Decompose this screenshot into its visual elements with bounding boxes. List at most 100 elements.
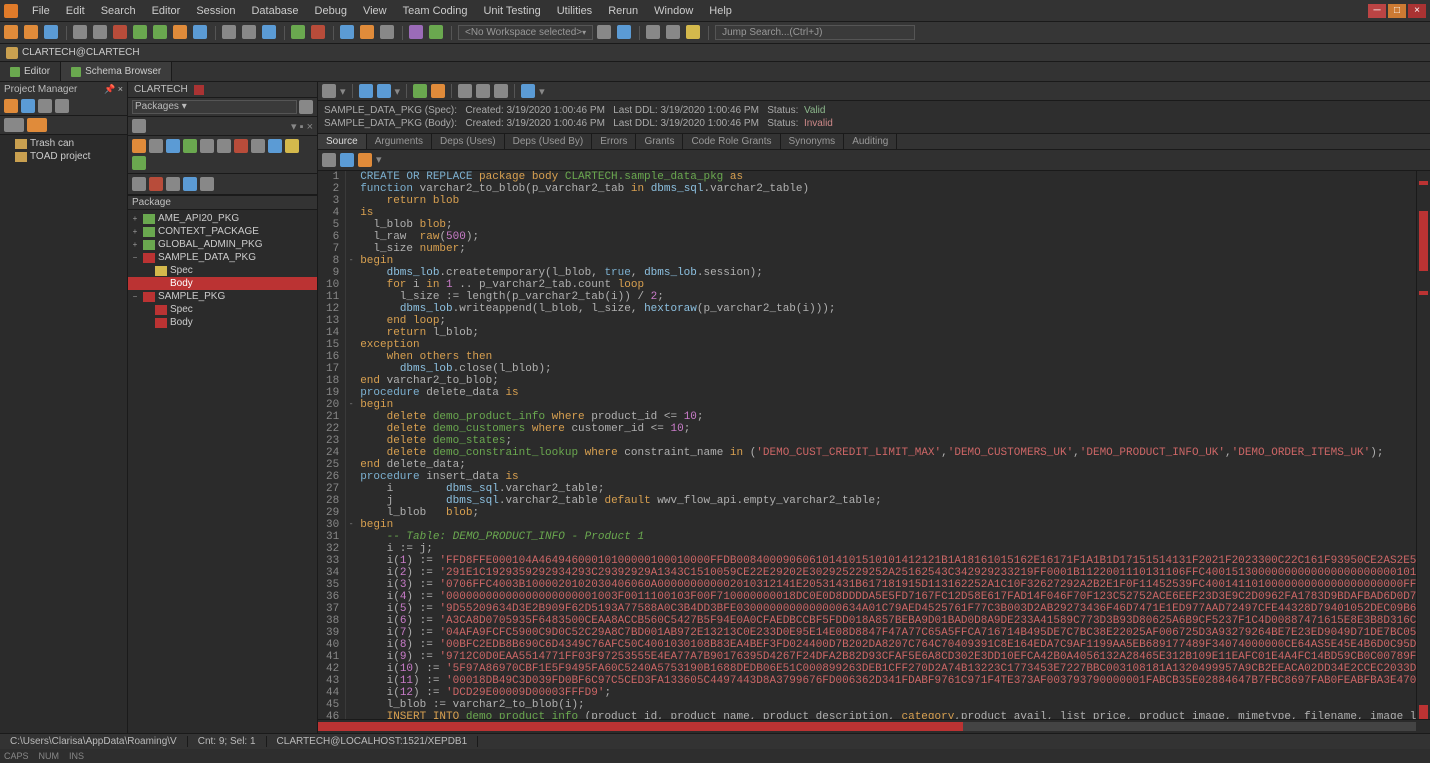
save-icon[interactable] — [44, 25, 58, 39]
toolbar-icon[interactable] — [340, 153, 354, 167]
toolbar-icon[interactable] — [132, 177, 146, 191]
menu-database[interactable]: Database — [243, 3, 306, 19]
toolbar-icon[interactable] — [173, 25, 187, 39]
toolbar-icon[interactable] — [149, 177, 163, 191]
vertical-scrollbar[interactable] — [1416, 171, 1430, 719]
tree-node[interactable]: TOAD project — [0, 150, 127, 163]
toolbar-icon[interactable] — [153, 25, 167, 39]
workspace-combo[interactable]: <No Workspace selected> ▾ — [458, 25, 593, 40]
close-button[interactable]: × — [1408, 4, 1426, 18]
folder-icon[interactable] — [4, 99, 18, 113]
code-content[interactable]: CREATE OR REPLACE package body CLARTECH.… — [356, 171, 1416, 719]
code-editor[interactable]: 1234567891011121314151617181920212223242… — [318, 171, 1430, 719]
toolbar-icon[interactable] — [93, 25, 107, 39]
menu-team-coding[interactable]: Team Coding — [395, 3, 476, 19]
menu-utilities[interactable]: Utilities — [549, 3, 600, 19]
toolbar-icon[interactable] — [322, 84, 336, 98]
toolbar-icon[interactable] — [521, 84, 535, 98]
maximize-button[interactable]: □ — [1388, 4, 1406, 18]
package-child-node[interactable]: Spec — [128, 264, 317, 277]
toolbar-icon[interactable] — [431, 84, 445, 98]
sort-icon[interactable] — [494, 84, 508, 98]
toolbar-icon[interactable] — [242, 25, 256, 39]
toolbar-icon[interactable] — [413, 84, 427, 98]
toolbar-icon[interactable] — [166, 177, 180, 191]
execute-icon[interactable] — [133, 25, 147, 39]
toolbar-icon[interactable] — [217, 139, 231, 153]
toolbar-icon[interactable] — [4, 118, 24, 132]
editor-tab-auditing[interactable]: Auditing — [844, 134, 897, 149]
toolbar-icon[interactable] — [183, 139, 197, 153]
toolbar-icon[interactable] — [251, 139, 265, 153]
toolbar-icon[interactable] — [38, 99, 52, 113]
package-child-node[interactable]: Body — [128, 316, 317, 329]
package-child-node[interactable]: Spec — [128, 303, 317, 316]
new-icon[interactable] — [4, 25, 18, 39]
editor-tab-errors[interactable]: Errors — [592, 134, 636, 149]
package-node[interactable]: −SAMPLE_PKG — [128, 290, 317, 303]
package-child-node[interactable]: Body — [128, 277, 317, 290]
tree-node[interactable]: Trash can — [0, 137, 127, 150]
editor-tab-synonyms[interactable]: Synonyms — [781, 134, 845, 149]
toolbar-icon[interactable] — [358, 153, 372, 167]
menu-file[interactable]: File — [24, 3, 58, 19]
toolbar-icon[interactable] — [268, 139, 282, 153]
toolbar-icon[interactable] — [132, 119, 146, 133]
menu-session[interactable]: Session — [188, 3, 243, 19]
pin-icon[interactable]: 📌 × — [104, 84, 123, 95]
toolbar-icon[interactable] — [222, 25, 236, 39]
toolbar-icon[interactable] — [234, 139, 248, 153]
project-tree[interactable]: Trash canTOAD project — [0, 135, 127, 733]
jump-search-input[interactable]: Jump Search...(Ctrl+J) — [715, 25, 915, 40]
toolbar-icon[interactable] — [193, 25, 207, 39]
toolbar-icon[interactable] — [617, 25, 631, 39]
open-icon[interactable] — [24, 25, 38, 39]
package-node[interactable]: +CONTEXT_PACKAGE — [128, 225, 317, 238]
toolbar-icon[interactable] — [285, 139, 299, 153]
toolbar-icon[interactable] — [360, 25, 374, 39]
toolbar-icon[interactable] — [132, 139, 146, 153]
toolbar-icon[interactable] — [380, 25, 394, 39]
doc-tab-schema-browser[interactable]: Schema Browser — [61, 62, 172, 81]
toolbar-icon[interactable] — [262, 25, 276, 39]
dropdown-icon[interactable] — [299, 100, 313, 114]
toolbar-icon[interactable] — [113, 25, 127, 39]
toolbar-icon[interactable] — [458, 84, 472, 98]
menu-rerun[interactable]: Rerun — [600, 3, 646, 19]
toolbar-icon[interactable] — [200, 177, 214, 191]
package-node[interactable]: +GLOBAL_ADMIN_PKG — [128, 238, 317, 251]
toolbar-icon[interactable] — [646, 25, 660, 39]
toolbar-icon[interactable] — [429, 25, 443, 39]
editor-tab-grants[interactable]: Grants — [636, 134, 683, 149]
editor-tab-code-role-grants[interactable]: Code Role Grants — [683, 134, 780, 149]
schema-tab[interactable]: CLARTECH — [128, 82, 317, 98]
toolbar-icon[interactable] — [166, 139, 180, 153]
editor-tab-deps-uses-[interactable]: Deps (Uses) — [432, 134, 505, 149]
rollback-icon[interactable] — [311, 25, 325, 39]
package-node[interactable]: +AME_API20_PKG — [128, 212, 317, 225]
menu-help[interactable]: Help — [701, 3, 740, 19]
minimize-button[interactable]: ─ — [1368, 4, 1386, 18]
toolbar-icon[interactable] — [200, 139, 214, 153]
toolbar-icon[interactable] — [322, 153, 336, 167]
toolbar-icon[interactable] — [55, 99, 69, 113]
toolbar-icon[interactable] — [597, 25, 611, 39]
nav-forward-icon[interactable] — [377, 84, 391, 98]
toolbar-icon[interactable] — [21, 99, 35, 113]
toolbar-icon[interactable] — [149, 139, 163, 153]
menu-unit-testing[interactable]: Unit Testing — [475, 3, 548, 19]
filter-icon[interactable] — [476, 84, 490, 98]
horizontal-scrollbar[interactable] — [318, 719, 1430, 733]
toolbar-icon[interactable] — [340, 25, 354, 39]
package-node[interactable]: −SAMPLE_DATA_PKG — [128, 251, 317, 264]
toolbar-icon[interactable] — [686, 25, 700, 39]
menu-editor[interactable]: Editor — [144, 3, 189, 19]
editor-tab-source[interactable]: Source — [318, 134, 367, 149]
editor-tab-deps-used-by-[interactable]: Deps (Used By) — [505, 134, 593, 149]
object-type-combo[interactable]: Packages ▾ — [128, 98, 317, 117]
menu-window[interactable]: Window — [646, 3, 701, 19]
editor-tab-arguments[interactable]: Arguments — [367, 134, 432, 149]
commit-icon[interactable] — [291, 25, 305, 39]
menu-search[interactable]: Search — [93, 3, 144, 19]
toolbar-icon[interactable] — [27, 118, 47, 132]
